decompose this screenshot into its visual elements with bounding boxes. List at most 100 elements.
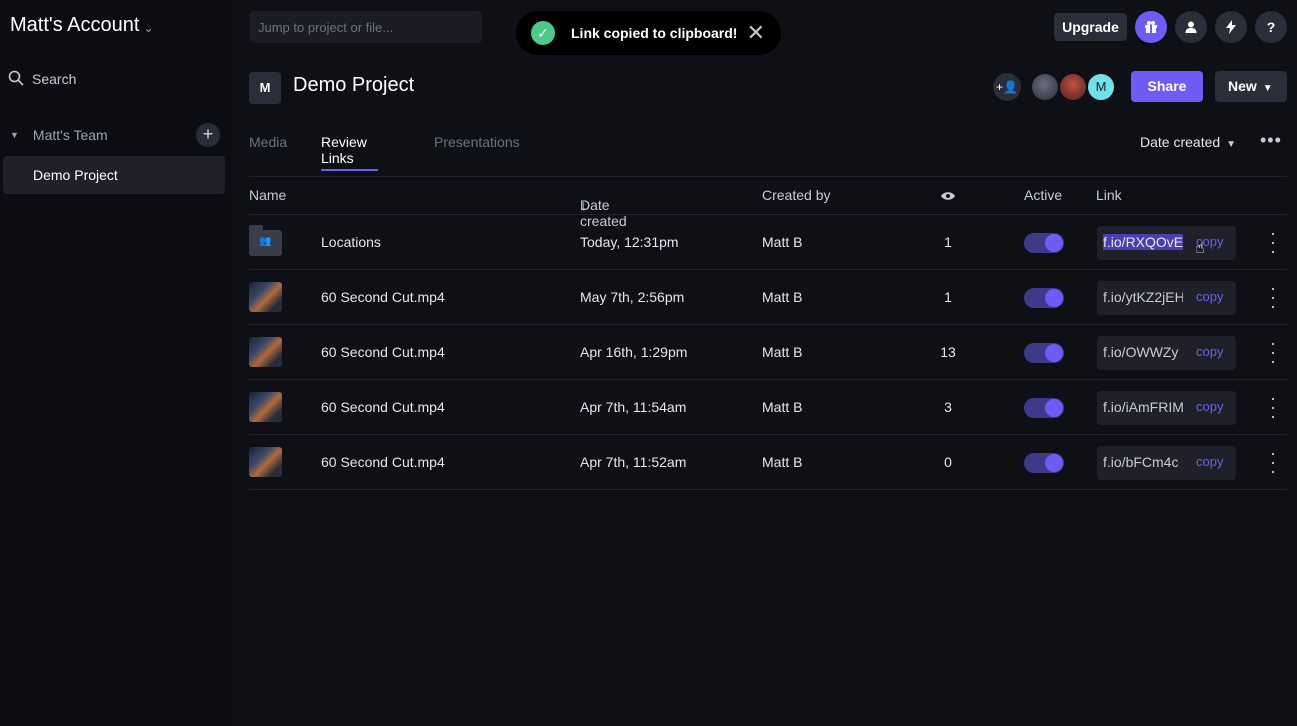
pointer-cursor-icon: ☝ [1195, 240, 1205, 257]
page-title: Demo Project [293, 74, 415, 96]
active-toggle[interactable] [1024, 453, 1064, 473]
active-toggle[interactable] [1024, 343, 1064, 363]
eye-icon[interactable] [941, 188, 955, 204]
add-project-icon[interactable]: + [196, 123, 220, 147]
link-url[interactable]: f.io/ytKZ2jEH [1103, 289, 1183, 305]
close-icon[interactable]: ✕ [747, 22, 765, 44]
share-button[interactable]: Share [1131, 71, 1203, 102]
search-label: Search [32, 71, 77, 87]
sidebar-item-label: Demo Project [33, 167, 118, 183]
column-created-by[interactable]: Created by [762, 187, 830, 203]
link-url[interactable]: f.io/OWWZy [1103, 344, 1183, 360]
active-toggle[interactable] [1024, 288, 1064, 308]
gift-icon[interactable] [1135, 11, 1167, 43]
row-views: 13 [940, 344, 956, 360]
toast-message: Link copied to clipboard! [571, 25, 738, 41]
table-row[interactable]: 60 Second Cut.mp4 Apr 7th, 11:54am Matt B 3… [249, 380, 1287, 435]
row-views: 1 [944, 234, 952, 250]
jump-search-input[interactable] [250, 11, 482, 43]
table-row[interactable]: 60 Second Cut.mp4 May 7th, 2:56pm Matt B 1 f… [249, 270, 1287, 325]
new-button[interactable]: New ▼ [1215, 71, 1287, 102]
sidebar-item-demo-project[interactable]: Demo Project [3, 156, 225, 194]
chevron-down-icon: ▼ [1226, 139, 1237, 150]
toggle-knob [1045, 454, 1063, 472]
row-menu-icon[interactable]: · · · [1267, 334, 1279, 370]
user-icon[interactable] [1175, 11, 1207, 43]
invite-user-icon[interactable]: +👤 [993, 73, 1021, 101]
check-icon: ✓ [531, 21, 555, 45]
account-switcher[interactable]: Matt's Account ⌄ [10, 14, 154, 37]
caret-down-icon[interactable]: ▼ [10, 130, 19, 140]
folder-icon[interactable]: 👥 [249, 225, 282, 256]
people-icon: 👥 [259, 236, 272, 247]
row-date: Today, 12:31pm [580, 234, 679, 250]
table-row[interactable]: 👥 Locations Today, 12:31pm Matt B 1 f.io/RXQO… [249, 215, 1287, 270]
avatar[interactable] [1059, 73, 1087, 101]
row-name[interactable]: 60 Second Cut.mp4 [321, 289, 445, 305]
row-menu-icon[interactable]: · · · [1267, 224, 1279, 260]
row-name[interactable]: 60 Second Cut.mp4 [321, 344, 445, 360]
avatar[interactable]: M [1087, 73, 1115, 101]
column-name[interactable]: Name [249, 187, 286, 203]
tab-media[interactable]: Media [249, 134, 287, 171]
link-url[interactable]: f.io/RXQOvE [1103, 234, 1183, 250]
active-toggle[interactable] [1024, 233, 1064, 253]
sidebar: Matt's Account ⌄ Search ▼ Matt's Team + … [0, 0, 234, 726]
row-name[interactable]: Locations [321, 234, 381, 250]
row-name[interactable]: 60 Second Cut.mp4 [321, 454, 445, 470]
video-thumbnail[interactable] [249, 282, 282, 312]
link-url[interactable]: f.io/iAmFRIM [1103, 399, 1183, 415]
row-created-by: Matt B [762, 454, 803, 470]
chevron-down-icon: ⌄ [143, 20, 154, 35]
copy-link-button[interactable]: copy [1196, 344, 1223, 359]
copy-link-button[interactable]: copy [1196, 454, 1223, 469]
link-field[interactable]: f.io/RXQOvE copy [1097, 226, 1236, 260]
bolt-icon[interactable] [1215, 11, 1247, 43]
team-item[interactable]: ▼ Matt's Team + [10, 123, 220, 147]
column-active[interactable]: Active [1024, 187, 1062, 203]
link-field[interactable]: f.io/ytKZ2jEH copy [1097, 281, 1236, 315]
row-date: May 7th, 2:56pm [580, 289, 685, 305]
link-field[interactable]: f.io/bFCm4c copy [1097, 446, 1236, 480]
tab-presentations[interactable]: Presentations [434, 134, 520, 171]
table-header: Name Date created ↓ Created by Active Li… [249, 176, 1287, 229]
row-menu-icon[interactable]: · · · [1267, 279, 1279, 315]
row-menu-icon[interactable]: · · · [1267, 444, 1279, 480]
row-created-by: Matt B [762, 344, 803, 360]
new-button-label: New [1228, 78, 1257, 94]
video-thumbnail[interactable] [249, 447, 282, 477]
row-created-by: Matt B [762, 234, 803, 250]
link-field[interactable]: f.io/OWWZy copy [1097, 336, 1236, 370]
review-links-table: Name Date created ↓ Created by Active Li… [249, 176, 1287, 490]
help-icon[interactable]: ? [1255, 11, 1287, 43]
avatar[interactable] [1031, 73, 1059, 101]
more-options-icon[interactable]: ••• [1260, 130, 1282, 151]
project-avatar: M [249, 72, 281, 104]
link-field[interactable]: f.io/iAmFRIM copy [1097, 391, 1236, 425]
table-row[interactable]: 60 Second Cut.mp4 Apr 7th, 11:52am Matt B 0… [249, 435, 1287, 490]
row-views: 0 [944, 454, 952, 470]
sidebar-search[interactable]: Search [8, 68, 76, 90]
table-row[interactable]: 60 Second Cut.mp4 Apr 16th, 1:29pm Matt B 1… [249, 325, 1287, 380]
toast-notification: ✓ Link copied to clipboard! ✕ [516, 11, 781, 55]
toggle-knob [1045, 289, 1063, 307]
video-thumbnail[interactable] [249, 337, 282, 367]
copy-link-button[interactable]: copy [1196, 289, 1223, 304]
row-date: Apr 7th, 11:54am [580, 399, 687, 415]
copy-link-button[interactable]: copy [1196, 399, 1223, 414]
row-date: Apr 16th, 1:29pm [580, 344, 688, 360]
link-url[interactable]: f.io/bFCm4c [1103, 454, 1183, 470]
row-menu-icon[interactable]: · · · [1267, 389, 1279, 425]
toggle-knob [1045, 344, 1063, 362]
row-created-by: Matt B [762, 399, 803, 415]
video-thumbnail[interactable] [249, 392, 282, 422]
upgrade-button[interactable]: Upgrade [1054, 13, 1127, 41]
column-link[interactable]: Link [1096, 187, 1122, 203]
account-name: Matt's Account [10, 14, 140, 36]
sort-label: Date created [1140, 134, 1221, 150]
tab-review-links[interactable]: Review Links [321, 134, 378, 171]
sort-arrow-icon: ↓ [580, 197, 587, 213]
row-name[interactable]: 60 Second Cut.mp4 [321, 399, 445, 415]
active-toggle[interactable] [1024, 398, 1064, 418]
sort-dropdown[interactable]: Date created ▼ [1140, 134, 1236, 150]
